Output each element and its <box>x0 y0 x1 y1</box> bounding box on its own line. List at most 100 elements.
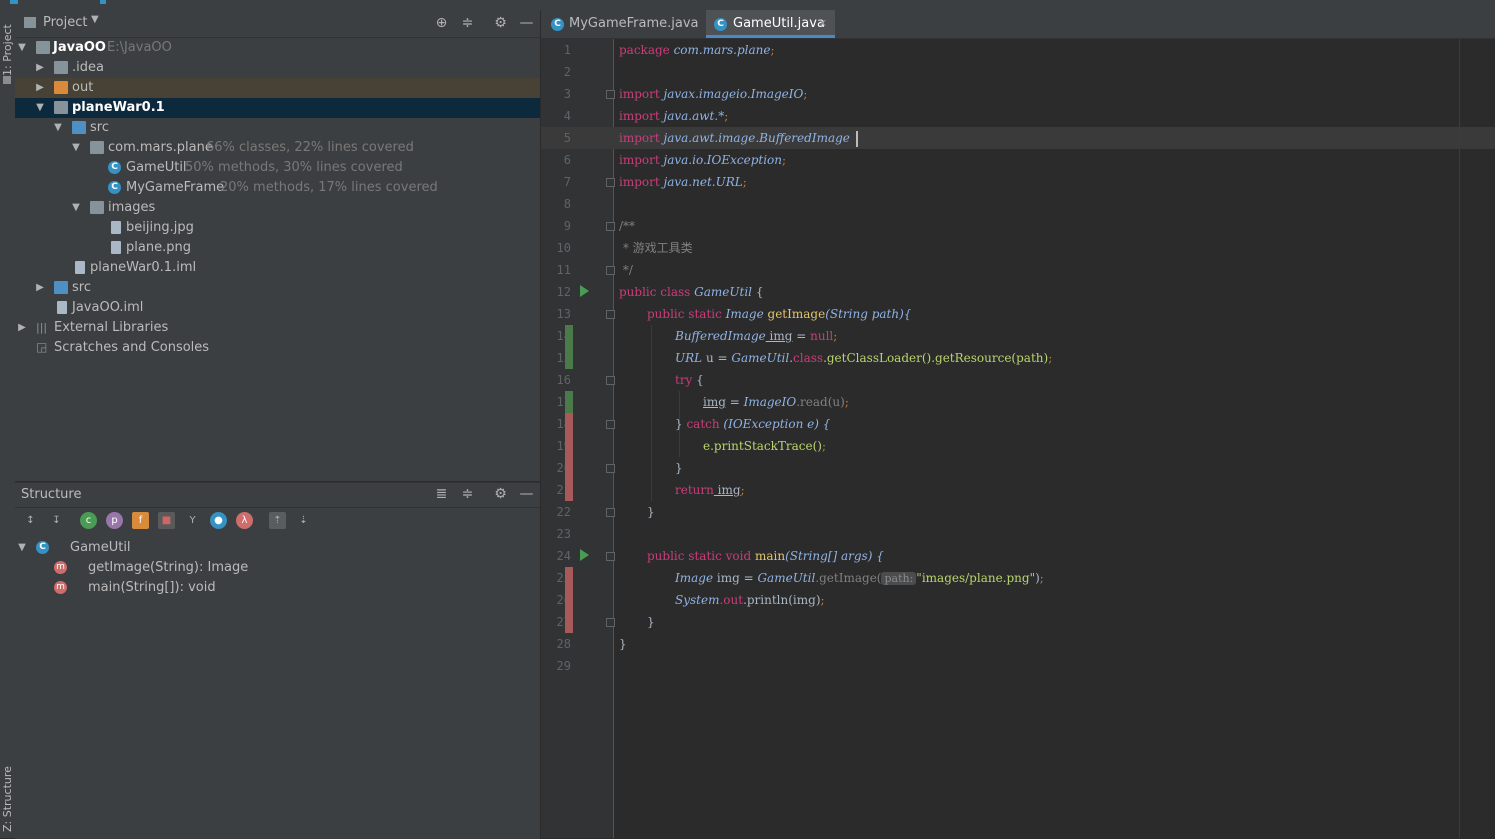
code-token: javax.imageio.ImageIO <box>659 87 804 101</box>
change-marker-modified[interactable] <box>565 567 573 633</box>
expand-icon[interactable]: ▼ <box>71 138 81 158</box>
hide-icon[interactable]: — <box>518 486 535 503</box>
tree-item-out[interactable]: ▶ out <box>15 78 540 98</box>
fold-icon[interactable] <box>606 266 615 275</box>
tab-mygameframe[interactable]: C MyGameFrame.java <box>541 10 706 38</box>
line-number: 8 <box>563 197 571 211</box>
parameter-hint: path: <box>881 572 917 585</box>
expand-icon[interactable]: ▼ <box>17 38 27 58</box>
close-icon[interactable]: ✕ <box>818 10 827 38</box>
autoscroll-to-source-icon[interactable]: ⇡ <box>269 512 286 529</box>
locate-icon[interactable]: ⊕ <box>433 15 450 32</box>
sort-visibility-icon[interactable]: ↕ <box>22 512 39 529</box>
line-number: 4 <box>563 109 571 123</box>
image-file-icon <box>111 221 121 234</box>
code-token: null <box>810 329 834 343</box>
tree-item-external-libraries[interactable]: ▶ ||| External Libraries <box>15 318 540 338</box>
structure-member-item[interactable]: m main(String[]): void <box>15 578 540 598</box>
fold-icon[interactable] <box>606 90 615 99</box>
gear-icon[interactable]: ⚙ <box>492 486 509 503</box>
fold-icon[interactable] <box>606 222 615 231</box>
fold-icon[interactable] <box>606 508 615 517</box>
change-marker-added[interactable] <box>565 391 573 413</box>
fold-icon[interactable] <box>606 618 615 627</box>
tree-item-gameutil[interactable]: C GameUtil 50% methods, 30% lines covere… <box>15 158 540 178</box>
run-icon[interactable] <box>580 549 589 561</box>
expand-icon[interactable]: ▼ <box>17 538 27 558</box>
structure-tool-tab[interactable]: Z: Structure <box>0 760 15 838</box>
lambda-icon[interactable]: λ <box>236 512 253 529</box>
show-anonymous-icon[interactable]: Y <box>184 512 201 529</box>
nav-marker <box>10 0 18 4</box>
collapse-all-icon[interactable]: ≑ <box>459 15 476 32</box>
collapse-icon[interactable]: ▶ <box>35 58 45 78</box>
show-inherited-icon[interactable]: c <box>80 512 97 529</box>
tab-label: MyGameFrame.java <box>569 16 699 31</box>
code-token: (IOException e) { <box>719 417 831 431</box>
tree-item-idea[interactable]: ▶ .idea <box>15 58 540 78</box>
hide-icon[interactable]: — <box>518 15 535 32</box>
structure-member-item[interactable]: m getImage(String): Image <box>15 558 540 578</box>
code-token: com.mars.plane <box>669 43 771 57</box>
collapse-icon[interactable]: ▶ <box>35 78 45 98</box>
code-line: e.printStackTrace(); <box>703 435 826 457</box>
expand-icon[interactable]: ▼ <box>71 198 81 218</box>
fold-icon[interactable] <box>606 420 615 429</box>
fold-icon[interactable] <box>606 310 615 319</box>
editor-tabs: C MyGameFrame.java C GameUtil.java ✕ <box>541 10 1495 39</box>
code-token: "images/plane.png" <box>916 571 1036 585</box>
tree-item-beijing[interactable]: beijing.jpg <box>15 218 540 238</box>
expand-icon[interactable]: ▼ <box>53 118 63 138</box>
tree-item-mygameframe[interactable]: C MyGameFrame 20% methods, 17% lines cov… <box>15 178 540 198</box>
change-marker-added[interactable] <box>565 325 573 369</box>
change-marker-modified[interactable] <box>565 413 573 501</box>
structure-class-item[interactable]: ▼ C GameUtil <box>15 538 540 558</box>
fold-icon[interactable] <box>606 376 615 385</box>
show-non-public-icon[interactable]: ■ <box>158 512 175 529</box>
show-properties-icon[interactable]: p <box>106 512 123 529</box>
collapse-all-icon[interactable]: ≑ <box>459 486 476 503</box>
tree-item-images[interactable]: ▼ images <box>15 198 540 218</box>
code-line: import javax.imageio.ImageIO; <box>619 83 807 105</box>
tree-item-javaoo-iml[interactable]: JavaOO.iml <box>15 298 540 318</box>
nav-marker <box>100 0 106 4</box>
tab-gameutil[interactable]: C GameUtil.java ✕ <box>706 10 835 38</box>
collapse-icon[interactable]: ▶ <box>35 278 45 298</box>
fold-icon[interactable] <box>606 464 615 473</box>
code-line: import java.io.IOException; <box>619 149 786 171</box>
project-panel-title[interactable]: Project <box>43 15 87 30</box>
tree-item-src-root[interactable]: ▶ src <box>15 278 540 298</box>
expand-all-icon[interactable]: ≣ <box>433 486 450 503</box>
autoscroll-from-source-icon[interactable]: ⇣ <box>295 512 312 529</box>
line-number: 24 <box>556 549 571 563</box>
line-number: 11 <box>556 263 571 277</box>
tree-item-planewar-iml[interactable]: planeWar0.1.iml <box>15 258 540 278</box>
code-token: = <box>792 329 811 343</box>
sort-alpha-icon[interactable]: ↧ <box>48 512 65 529</box>
show-lambdas-icon[interactable]: ● <box>210 512 227 529</box>
tree-item-planewar[interactable]: ▼ planeWar0.1 <box>15 98 540 118</box>
tree-item-javaoo[interactable]: ▼ JavaOO E:\JavaOO <box>15 38 540 58</box>
chevron-down-icon[interactable]: ▼ <box>91 14 99 25</box>
code-token: img = <box>713 571 758 585</box>
fold-icon[interactable] <box>606 552 615 561</box>
code-token: BufferedImage <box>675 329 766 343</box>
code-line: import java.awt.*; <box>619 105 728 127</box>
run-icon[interactable] <box>580 285 589 297</box>
tree-item-plane-png[interactable]: plane.png <box>15 238 540 258</box>
project-tool-tab[interactable]: 1: Project <box>0 16 15 96</box>
tree-item-src[interactable]: ▼ src <box>15 118 540 138</box>
code-token: URL <box>675 351 703 365</box>
code-token: public class <box>619 285 691 299</box>
line-number: 28 <box>556 637 571 651</box>
fold-icon[interactable] <box>606 178 615 187</box>
tree-item-label: External Libraries <box>54 320 169 335</box>
collapse-icon[interactable]: ▶ <box>17 318 27 338</box>
gear-icon[interactable]: ⚙ <box>492 15 509 32</box>
code-token: .read(u) <box>796 395 845 409</box>
module-folder-icon <box>54 101 68 114</box>
tree-item-package[interactable]: ▼ com.mars.plane 66% classes, 22% lines … <box>15 138 540 158</box>
show-fields-icon[interactable]: f <box>132 512 149 529</box>
expand-icon[interactable]: ▼ <box>35 98 45 118</box>
tree-item-scratches[interactable]: ◲ Scratches and Consoles <box>15 338 540 358</box>
